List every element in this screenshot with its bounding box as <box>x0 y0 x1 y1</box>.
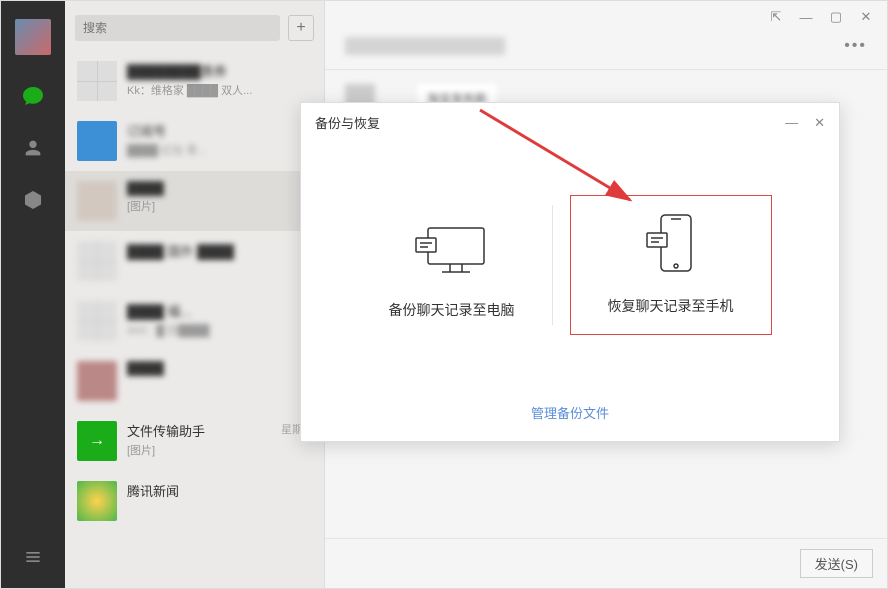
conv-subtitle: Kk：维格家 ████ 双人... <box>127 82 312 98</box>
conversation-item[interactable]: 订阅号 ████ 红包 零... <box>65 111 324 171</box>
conversation-item[interactable]: ████ [图片] <box>65 171 324 231</box>
conv-title: ████ <box>127 361 312 376</box>
my-avatar[interactable] <box>15 19 51 55</box>
conv-subtitle: 003：█ 回████ <box>127 322 312 338</box>
dialog-close-icon[interactable]: ✕ <box>814 115 825 131</box>
minimize-icon[interactable]: — <box>799 10 813 24</box>
dialog-minimize-icon[interactable]: — <box>785 115 798 131</box>
send-button[interactable]: 发送(S) <box>800 549 873 578</box>
conv-subtitle: [图片] <box>127 198 312 214</box>
dialog-header: 备份与恢复 — ✕ <box>301 103 839 140</box>
divider <box>552 205 553 325</box>
restore-to-phone-option[interactable]: 恢复聊天记录至手机 <box>571 196 771 334</box>
restore-label: 恢复聊天记录至手机 <box>571 296 771 316</box>
conversation-item[interactable]: 腾讯新闻 <box>65 471 324 531</box>
input-area: 发送(S) <box>325 538 887 588</box>
backup-to-pc-option[interactable]: 备份聊天记录至电脑 <box>352 210 552 320</box>
contacts-icon[interactable] <box>20 135 46 161</box>
conv-title: ████ 福... <box>127 301 312 320</box>
chat-title <box>345 37 505 55</box>
nav-sidebar <box>1 1 65 588</box>
pin-icon[interactable]: ⇱ <box>769 10 783 24</box>
conversation-list: ████████惠券 Kk：维格家 ████ 双人... 订阅号 ████ 红包… <box>65 51 324 588</box>
chat-icon[interactable] <box>20 83 46 109</box>
search-input[interactable] <box>75 15 280 41</box>
conversation-panel: + ████████惠券 Kk：维格家 ████ 双人... 订阅号 ████ … <box>65 1 325 588</box>
backup-label: 备份聊天记录至电脑 <box>352 300 552 320</box>
menu-icon[interactable] <box>20 544 46 570</box>
conv-subtitle: [图片] <box>127 442 312 458</box>
dialog-body: 备份聊天记录至电脑 恢复聊天记录至手机 <box>301 140 839 389</box>
maximize-icon[interactable]: ▢ <box>829 10 843 24</box>
conversation-item[interactable]: → 文件传输助手 [图片] 星期一 <box>65 411 324 471</box>
dialog-footer: 管理备份文件 <box>301 389 839 441</box>
more-icon[interactable]: ••• <box>844 37 867 55</box>
manage-backups-link[interactable]: 管理备份文件 <box>531 406 609 421</box>
computer-icon <box>352 210 552 290</box>
search-row: + <box>65 1 324 51</box>
dialog-title: 备份与恢复 <box>315 113 380 132</box>
add-button[interactable]: + <box>288 15 314 41</box>
conversation-item[interactable]: ████ <box>65 351 324 411</box>
conv-title: ████████惠券 <box>127 61 312 80</box>
conversation-item[interactable]: ████ 国外 ████ <box>65 231 324 291</box>
backup-restore-dialog: 备份与恢复 — ✕ 备份聊天记录至电脑 <box>300 102 840 442</box>
conversation-item[interactable]: ████████惠券 Kk：维格家 ████ 双人... <box>65 51 324 111</box>
conversation-item[interactable]: ████ 福... 003：█ 回████ <box>65 291 324 351</box>
phone-icon <box>571 206 771 286</box>
favorites-icon[interactable] <box>20 187 46 213</box>
conv-title: 腾讯新闻 <box>127 481 312 500</box>
conv-title: ████ <box>127 181 312 196</box>
conv-title: 订阅号 <box>127 121 312 140</box>
close-icon[interactable]: ✕ <box>859 10 873 24</box>
window-controls: ⇱ — ▢ ✕ <box>325 1 887 33</box>
conv-title: ████ 国外 ████ <box>127 241 312 260</box>
conv-subtitle: ████ 红包 零... <box>127 142 312 158</box>
chat-header: ••• <box>325 33 887 70</box>
